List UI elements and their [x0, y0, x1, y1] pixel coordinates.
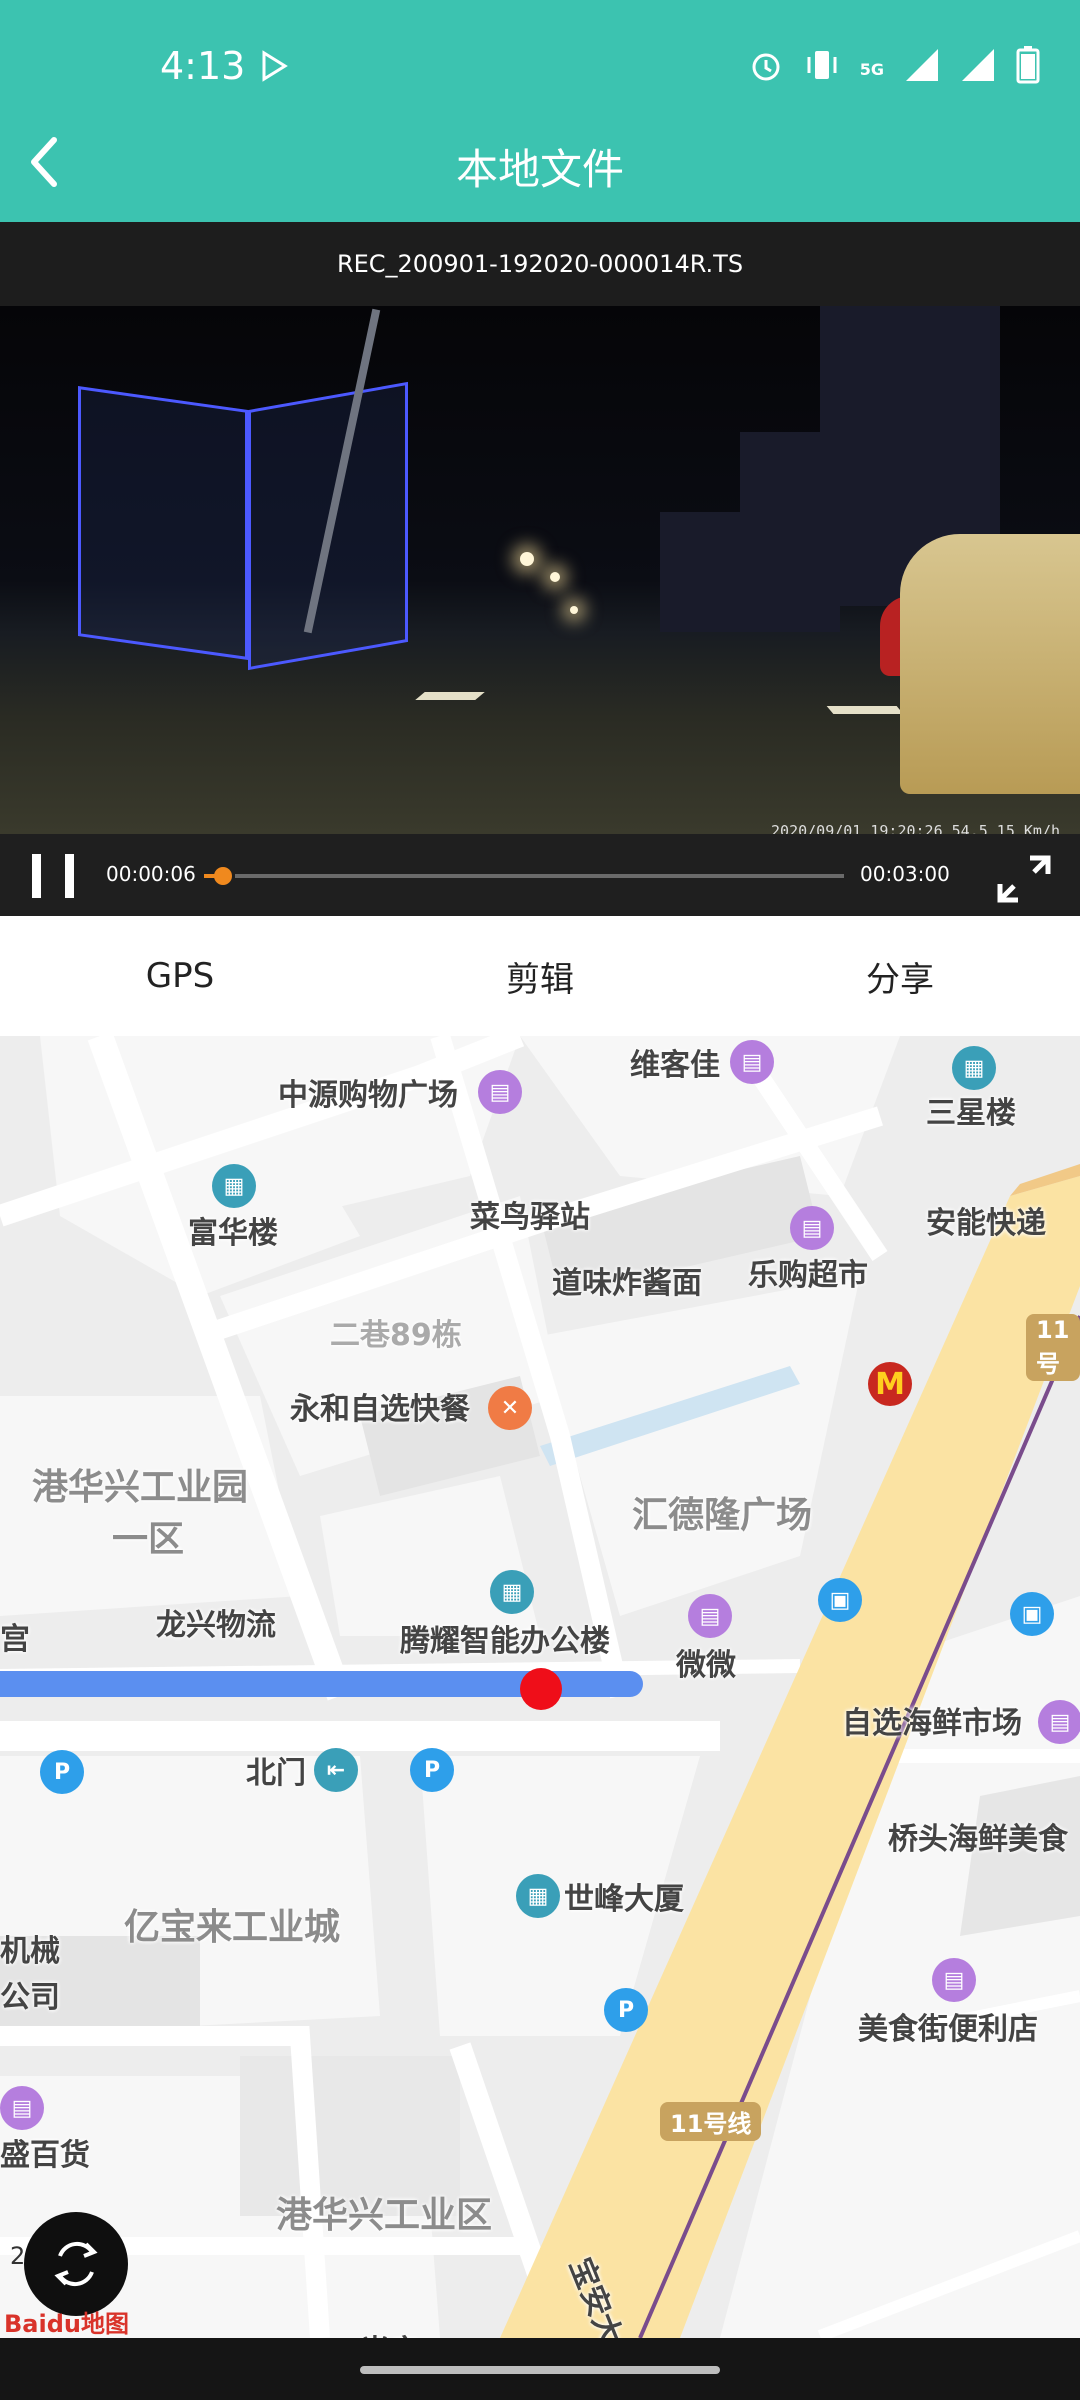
parking-icon[interactable]: P	[410, 1748, 454, 1792]
signal-icon	[960, 47, 996, 91]
road-marking	[826, 706, 904, 714]
poi-label[interactable]: 二巷89栋	[330, 1310, 462, 1354]
app-header: 4:13 5G 本地文件	[0, 0, 1080, 222]
system-nav-bar	[0, 2338, 1080, 2400]
vibrate-icon	[804, 47, 840, 91]
status-time: 4:13	[160, 44, 246, 88]
poi-label[interactable]: 光产	[360, 2326, 420, 2338]
shopping-icon[interactable]: ▤	[790, 1206, 834, 1250]
metro-line-badge[interactable]: 11号线	[660, 2102, 762, 2141]
play-store-icon	[258, 50, 290, 82]
poi-label[interactable]: 菜鸟驿站	[470, 1192, 590, 1236]
shopping-icon[interactable]: ▤	[1038, 1700, 1080, 1744]
poi-label[interactable]: 乐购超市	[748, 1250, 868, 1294]
current-position-marker	[520, 1668, 562, 1710]
poi-label[interactable]: 龙兴物流	[156, 1600, 276, 1644]
poi-label[interactable]: 维客佳	[630, 1040, 720, 1084]
5g-data-icon: 5G	[859, 59, 884, 79]
tab-edit[interactable]: 剪辑	[360, 916, 720, 1036]
tab-bar: GPS 剪辑 分享	[0, 916, 1080, 1036]
pause-button[interactable]	[30, 854, 78, 898]
shopping-icon[interactable]: ▤	[932, 1958, 976, 2002]
video-timestamp-overlay: 2020/09/01 19:20:26 54.5 15 Km/h	[771, 822, 1060, 834]
file-name-bar: REC_200901-192020-000014R.TS	[0, 222, 1080, 306]
gate-icon[interactable]: ⇤	[314, 1748, 358, 1792]
poi-label[interactable]: 腾耀智能办公楼	[400, 1616, 610, 1660]
total-time: 00:03:00	[860, 862, 950, 886]
mcdonalds-icon[interactable]: M	[868, 1362, 912, 1406]
bus-stop-icon[interactable]: ▣	[1010, 1592, 1054, 1636]
alarm-icon	[748, 47, 784, 91]
poi-label[interactable]: 富华楼	[188, 1208, 278, 1252]
shopping-icon[interactable]: ▤	[0, 2086, 44, 2130]
video-building	[78, 386, 248, 660]
tab-gps[interactable]: GPS	[0, 916, 360, 1036]
sync-button[interactable]	[24, 2212, 128, 2316]
poi-label[interactable]: 亿宝来工业城	[124, 1898, 340, 1950]
road-marking	[415, 692, 485, 700]
building-icon[interactable]: ▦	[212, 1164, 256, 1208]
status-icons: 5G	[748, 46, 1040, 92]
poi-label[interactable]: 汇德隆广场	[632, 1486, 812, 1538]
street-light	[550, 572, 560, 582]
restaurant-icon[interactable]: ✕	[488, 1386, 532, 1430]
pause-icon	[32, 854, 41, 898]
poi-label[interactable]: 自选海鲜市场	[842, 1698, 1022, 1742]
poi-label[interactable]: 微微	[676, 1640, 736, 1684]
gps-map[interactable]: 中源购物广场 ▤ 维客佳 ▤ ▦ 三星楼 ▦ 富华楼 菜鸟驿站 安能快递 ▤ 道…	[0, 1036, 1080, 2338]
fullscreen-icon	[997, 855, 1051, 903]
bus-stop-icon[interactable]: ▣	[818, 1578, 862, 1622]
parking-icon[interactable]: P	[40, 1750, 84, 1794]
shopping-icon[interactable]: ▤	[688, 1594, 732, 1638]
street-light	[570, 606, 578, 614]
baidu-map-logo: Baidu地图	[4, 2310, 129, 2338]
shopping-icon[interactable]: ▤	[478, 1070, 522, 1114]
video-car	[900, 534, 1080, 794]
poi-label[interactable]: 中源购物广场	[278, 1070, 458, 1114]
seek-thumb[interactable]	[214, 867, 232, 885]
poi-label[interactable]: 一区	[112, 1510, 184, 1562]
pause-icon	[65, 854, 74, 898]
poi-label[interactable]: 桥头海鲜美食	[888, 1814, 1068, 1858]
office-icon[interactable]: ▦	[490, 1570, 534, 1614]
poi-label[interactable]: 港华兴工业区	[276, 2186, 492, 2238]
video-building	[660, 512, 760, 632]
playback-controls: 00:00:06 00:03:00	[0, 834, 1080, 916]
home-gesture-handle[interactable]	[360, 2366, 720, 2374]
seek-bar[interactable]	[204, 867, 844, 885]
office-icon[interactable]: ▦	[516, 1874, 560, 1918]
parking-icon[interactable]: P	[604, 1988, 648, 2032]
poi-label[interactable]: 宫	[0, 1614, 30, 1658]
shopping-icon[interactable]: ▤	[730, 1040, 774, 1084]
tab-share[interactable]: 分享	[720, 916, 1080, 1036]
sync-icon	[54, 2241, 98, 2287]
current-time: 00:00:06	[106, 862, 196, 886]
poi-label[interactable]: 盛百货	[0, 2130, 90, 2174]
screen: 4:13 5G 本地文件 REC_200901-192020-000014R.T…	[0, 0, 1080, 2400]
poi-label[interactable]: 世峰大厦	[564, 1874, 684, 1918]
poi-label[interactable]: 永和自选快餐	[290, 1384, 470, 1428]
battery-icon	[1016, 46, 1040, 92]
building-icon[interactable]: ▦	[952, 1046, 996, 1090]
poi-label[interactable]: 北门	[246, 1748, 306, 1792]
poi-label[interactable]: 机械	[0, 1926, 60, 1970]
signal-icon	[904, 47, 940, 91]
poi-label[interactable]: 港华兴工业园	[32, 1458, 248, 1510]
fullscreen-button[interactable]	[996, 854, 1052, 904]
page-title: 本地文件	[455, 145, 624, 194]
file-name: REC_200901-192020-000014R.TS	[336, 250, 744, 278]
poi-label[interactable]: 安能快递	[926, 1198, 1046, 1242]
poi-label[interactable]: 美食街便利店	[858, 2004, 1038, 2048]
video-player[interactable]: 2020/09/01 19:20:26 54.5 15 Km/h	[0, 306, 1080, 834]
poi-label[interactable]: 公司	[0, 1972, 60, 2016]
metro-line-badge[interactable]: 11号	[1026, 1314, 1080, 1381]
street-light	[520, 552, 534, 566]
poi-label[interactable]: 道味炸酱面	[552, 1258, 702, 1302]
poi-label[interactable]: 三星楼	[926, 1088, 1016, 1132]
